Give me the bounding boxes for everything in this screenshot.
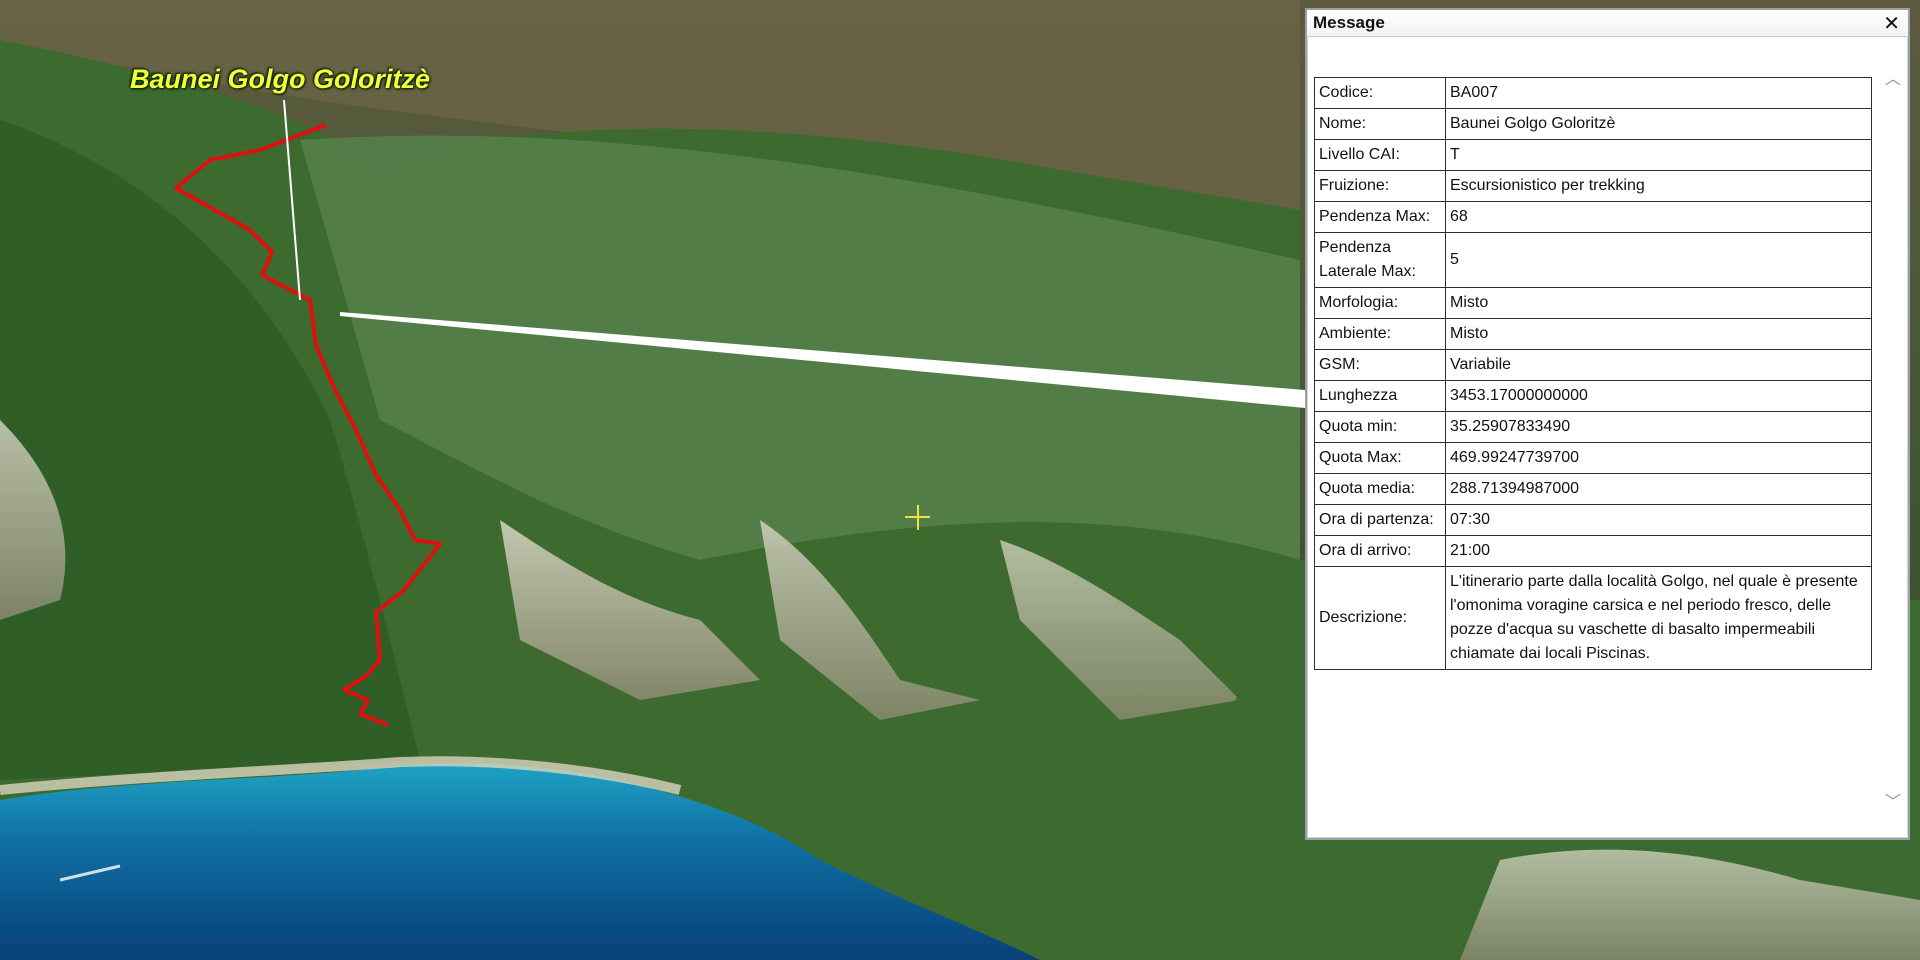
- field-value: 07:30: [1445, 504, 1872, 536]
- field-value: Misto: [1445, 287, 1872, 319]
- field-value: BA007: [1445, 77, 1872, 109]
- field-value: Escursionistico per trekking: [1445, 170, 1872, 202]
- field-key: Livello CAI:: [1314, 139, 1446, 171]
- table-row: Quota Max: 469.99247739700: [1314, 442, 1872, 474]
- window-title: Message: [1313, 13, 1385, 32]
- field-key: Ora di partenza:: [1314, 504, 1446, 536]
- field-key: Nome:: [1314, 108, 1446, 140]
- field-key: Quota Max:: [1314, 442, 1446, 474]
- table-row: Codice: BA007: [1314, 77, 1872, 109]
- field-value: Baunei Golgo Goloritzè: [1445, 108, 1872, 140]
- attribute-table: Codice: BA007 Nome: Baunei Golgo Goloritzè L…: [1314, 77, 1872, 670]
- table-row: Quota media: 288.71394987000: [1314, 473, 1872, 505]
- table-row: Ambiente: Misto: [1314, 318, 1872, 350]
- table-row: Descrizione: L'itinerario parte dalla loc…: [1314, 566, 1872, 670]
- field-key: GSM:: [1314, 349, 1446, 381]
- field-value: 469.99247739700: [1445, 442, 1872, 474]
- table-row: Pendenza Laterale Max: 5: [1314, 232, 1872, 288]
- message-titlebar[interactable]: Message ✕: [1307, 10, 1908, 37]
- field-value: L'itinerario parte dalla località Golgo,…: [1445, 566, 1872, 670]
- table-row: Nome: Baunei Golgo Goloritzè: [1314, 108, 1872, 140]
- table-row: Lunghezza 3453.17000000000: [1314, 380, 1872, 412]
- field-value: 35.25907833490: [1445, 411, 1872, 443]
- field-key: Quota media:: [1314, 473, 1446, 505]
- field-value: 5: [1445, 232, 1872, 288]
- table-row: Quota min: 35.25907833490: [1314, 411, 1872, 443]
- field-key: Lunghezza: [1314, 380, 1446, 412]
- table-row: Fruizione: Escursionistico per trekking: [1314, 170, 1872, 202]
- field-value: Misto: [1445, 318, 1872, 350]
- message-window: Message ✕ Codice: BA007 Nome: Baunei Golgo …: [1305, 8, 1910, 840]
- table-row: Ora di partenza: 07:30: [1314, 504, 1872, 536]
- field-key: Fruizione:: [1314, 170, 1446, 202]
- field-key: Codice:: [1314, 77, 1446, 109]
- message-content: Codice: BA007 Nome: Baunei Golgo Goloritzè L…: [1307, 37, 1908, 838]
- close-icon[interactable]: ✕: [1883, 13, 1900, 33]
- field-key: Descrizione:: [1314, 566, 1446, 670]
- field-value: 68: [1445, 201, 1872, 233]
- scroll-up-icon[interactable]: ︿: [1884, 71, 1902, 87]
- field-value: 3453.17000000000: [1445, 380, 1872, 412]
- field-key: Ambiente:: [1314, 318, 1446, 350]
- field-key: Pendenza Max:: [1314, 201, 1446, 233]
- map-place-label[interactable]: Baunei Golgo Goloritzè: [130, 64, 430, 95]
- table-row: Pendenza Max: 68: [1314, 201, 1872, 233]
- table-row: GSM: Variabile: [1314, 349, 1872, 381]
- table-row: Ora di arrivo: 21:00: [1314, 535, 1872, 567]
- table-row: Morfologia: Misto: [1314, 287, 1872, 319]
- field-key: Pendenza Laterale Max:: [1314, 232, 1446, 288]
- field-value: 21:00: [1445, 535, 1872, 567]
- field-key: Morfologia:: [1314, 287, 1446, 319]
- field-value: 288.71394987000: [1445, 473, 1872, 505]
- scroll-down-icon[interactable]: ﹀: [1884, 794, 1902, 810]
- field-key: Quota min:: [1314, 411, 1446, 443]
- table-row: Livello CAI: T: [1314, 139, 1872, 171]
- field-value: T: [1445, 139, 1872, 171]
- field-key: Ora di arrivo:: [1314, 535, 1446, 567]
- field-value: Variabile: [1445, 349, 1872, 381]
